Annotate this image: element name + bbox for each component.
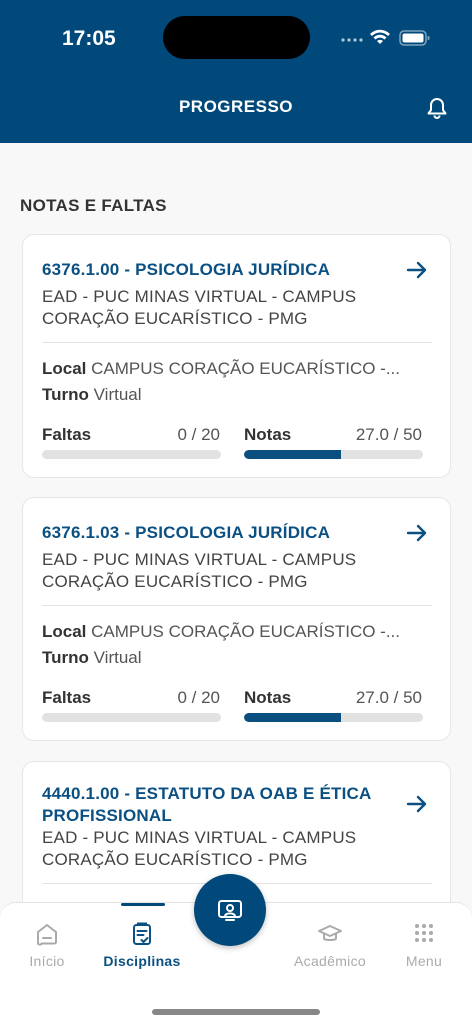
wifi-icon (370, 29, 390, 44)
notas-progress-bar (244, 713, 423, 722)
discipline-code-title[interactable]: 4440.1.00 - ESTATUTO DA OAB E ÉTICA PROF… (42, 783, 402, 827)
discipline-campus: EAD - PUC MINAS VIRTUAL - CAMPUS CORAÇÃO… (42, 828, 357, 869)
local-info: Local CAMPUS CORAÇÃO EUCARÍSTICO -... (42, 621, 432, 643)
notas-progress-fill (244, 713, 341, 722)
active-tab-indicator (121, 903, 165, 906)
notas-progress-bar (244, 450, 423, 459)
notifications-bell-icon[interactable] (424, 95, 450, 121)
nav-item-inicio[interactable]: Início (2, 921, 92, 969)
notas-value: 27.0 / 50 (355, 425, 422, 444)
turno-label: Turno (42, 648, 89, 667)
nav-label-academico: Acadêmico (294, 953, 366, 969)
local-info: Local CAMPUS CORAÇÃO EUCARÍSTICO -... (42, 358, 432, 380)
local-label: Local (42, 359, 87, 378)
notas-value: 27.0 / 50 (355, 688, 422, 707)
faltas-label: Faltas (42, 425, 92, 444)
student-id-fab-button[interactable] (194, 874, 266, 946)
nav-label-menu: Menu (405, 953, 443, 969)
student-id-icon (218, 900, 242, 921)
dynamic-island (163, 16, 310, 59)
nav-item-disciplinas[interactable]: Disciplinas (97, 921, 187, 969)
turno-value: Virtual (93, 385, 142, 404)
notas-label: Notas (244, 688, 292, 707)
discipline-code-title[interactable]: 6376.1.00 - PSICOLOGIA JURÍDICA (42, 259, 402, 281)
local-value: CAMPUS CORAÇÃO EUCARÍSTICO -... (91, 359, 401, 378)
local-label: Local (42, 622, 87, 641)
discipline-card[interactable]: 6376.1.03 - PSICOLOGIA JURÍDICA EAD - PU… (22, 497, 451, 741)
section-title: NOTAS E FALTAS (20, 196, 167, 215)
clipboard-icon (133, 922, 151, 945)
faltas-value: 0 / 20 (177, 688, 220, 707)
battery-icon (399, 30, 430, 46)
home-indicator (152, 1009, 320, 1015)
local-value: CAMPUS CORAÇÃO EUCARÍSTICO -... (91, 622, 401, 641)
notas-progress-fill (244, 450, 341, 459)
graduation-cap-icon (318, 925, 342, 941)
grid-dots-icon (415, 924, 433, 942)
home-icon (36, 924, 57, 946)
arrow-right-icon[interactable] (404, 791, 430, 817)
nav-item-menu[interactable]: Menu (379, 921, 469, 969)
nav-label-disciplinas: Disciplinas (103, 953, 181, 969)
discipline-code-title[interactable]: 6376.1.03 - PSICOLOGIA JURÍDICA (42, 522, 402, 544)
arrow-right-icon[interactable] (404, 257, 430, 283)
faltas-progress-bar (42, 713, 221, 722)
discipline-campus: EAD - PUC MINAS VIRTUAL - CAMPUS CORAÇÃO… (42, 550, 357, 591)
turno-value: Virtual (93, 648, 142, 667)
status-icons (341, 29, 430, 46)
app-header: 17:05 PROGRESSO (0, 0, 472, 143)
divider (42, 605, 432, 606)
faltas-label: Faltas (42, 688, 92, 707)
notas-label: Notas (244, 425, 292, 444)
cellular-signal-icon (341, 38, 363, 42)
faltas-value: 0 / 20 (177, 425, 220, 444)
turno-label: Turno (42, 385, 89, 404)
discipline-campus: EAD - PUC MINAS VIRTUAL - CAMPUS CORAÇÃO… (42, 287, 357, 328)
faltas-progress-bar (42, 450, 221, 459)
nav-label-inicio: Início (29, 953, 65, 969)
nav-item-academico[interactable]: Acadêmico (285, 921, 375, 969)
discipline-card[interactable]: 6376.1.00 - PSICOLOGIA JURÍDICA EAD - PU… (22, 234, 451, 478)
turno-info: Turno Virtual (42, 384, 432, 406)
divider (42, 342, 432, 343)
status-bar: 17:05 (0, 0, 472, 70)
page-title: PROGRESSO (178, 97, 294, 116)
turno-info: Turno Virtual (42, 647, 432, 669)
status-time: 17:05 (62, 27, 116, 50)
arrow-right-icon[interactable] (404, 520, 430, 546)
